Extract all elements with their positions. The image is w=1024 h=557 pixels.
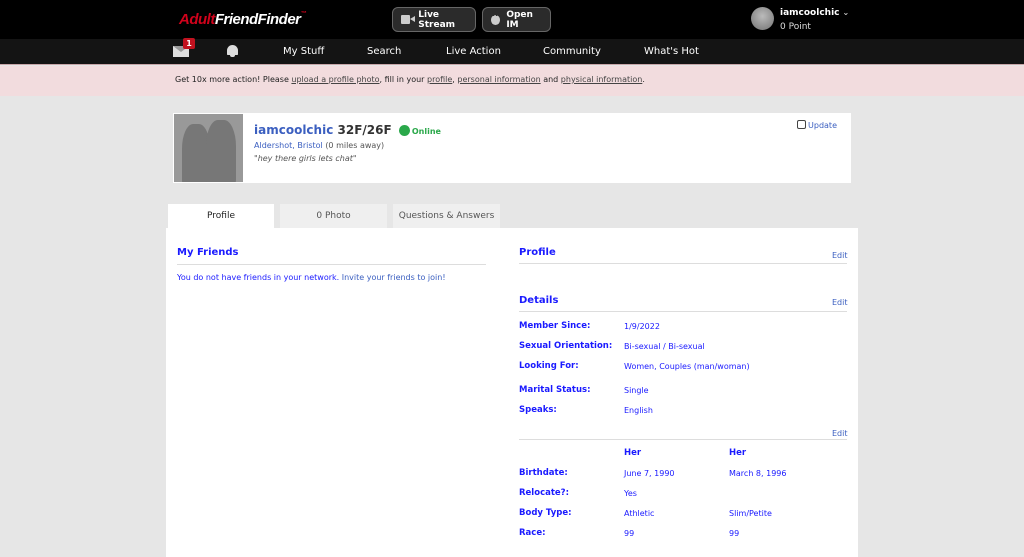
detail-value: 1/9/2022 xyxy=(624,322,660,331)
edit-details-link[interactable]: Edit xyxy=(832,298,848,307)
upload-photo-link[interactable]: upload a profile photo xyxy=(291,75,379,84)
details-title: Details xyxy=(519,295,559,306)
physical-value: 99 xyxy=(624,529,635,538)
detail-label: Speaks: xyxy=(519,405,557,415)
chevron-down-icon: ⌄ xyxy=(842,8,850,17)
physical-value: Slim/Petite xyxy=(729,509,772,518)
invite-friends-link[interactable]: Invite your friends to join! xyxy=(342,273,446,282)
chat-bubble-icon xyxy=(491,11,501,25)
messages-badge: 1 xyxy=(183,38,195,49)
profile-distance: (0 miles away) xyxy=(325,141,385,150)
personal-info-link[interactable]: personal information xyxy=(457,75,540,84)
points: 0 Point xyxy=(780,22,811,32)
divider xyxy=(519,311,847,312)
update-button[interactable]: Update xyxy=(797,120,837,130)
friends-empty-text: You do not have friends in your network.… xyxy=(177,273,446,282)
physical-value: June 7, 1990 xyxy=(624,469,675,478)
tab-photo[interactable]: 0 Photo xyxy=(280,204,387,228)
physical-label: Race: xyxy=(519,528,546,538)
profile-card: iamcoolchic 32F/26F Online Aldershot, Br… xyxy=(173,113,851,183)
profile-link[interactable]: profile xyxy=(427,75,452,84)
nav-live-action[interactable]: Live Action xyxy=(446,46,501,57)
nav-whats-hot[interactable]: What's Hot xyxy=(644,46,699,57)
physical-value: Athletic xyxy=(624,509,655,518)
column-header: Her xyxy=(729,448,747,458)
silhouette-icon xyxy=(206,120,236,182)
profile-quote: "hey there girls lets chat" xyxy=(254,154,357,163)
user-menu[interactable]: iamcoolchic ⌄ 0 Point xyxy=(751,7,849,32)
detail-value: Women, Couples (man/woman) xyxy=(624,362,750,371)
physical-label: Birthdate: xyxy=(519,468,568,478)
online-status: Online xyxy=(398,125,441,136)
username: iamcoolchic xyxy=(780,8,840,18)
edit-profile-link[interactable]: Edit xyxy=(832,251,848,260)
site-logo[interactable]: AdultFriendFinder™ xyxy=(179,11,306,28)
bell-icon[interactable] xyxy=(227,45,238,57)
column-header: Her xyxy=(624,448,642,458)
physical-value: 99 xyxy=(729,529,740,538)
physical-label: Relocate?: xyxy=(519,488,569,498)
detail-label: Member Since: xyxy=(519,321,591,331)
divider xyxy=(177,264,486,265)
detail-value: English xyxy=(624,406,653,415)
physical-info-link[interactable]: physical information xyxy=(561,75,643,84)
detail-label: Marital Status: xyxy=(519,385,591,395)
nav-bar xyxy=(0,39,1024,65)
profile-section-title: Profile xyxy=(519,247,556,258)
physical-label: Body Type: xyxy=(519,508,572,518)
top-bar: AdultFriendFinder™ Live Stream Open IM i… xyxy=(0,0,1024,39)
physical-value: March 8, 1996 xyxy=(729,469,787,478)
open-im-button[interactable]: Open IM xyxy=(482,7,551,32)
divider xyxy=(519,263,847,264)
profile-photo[interactable] xyxy=(174,114,243,182)
video-camera-icon xyxy=(401,15,416,24)
detail-value: Single xyxy=(624,386,649,395)
edit-physical-link[interactable]: Edit xyxy=(832,429,848,438)
detail-label: Sexual Orientation: xyxy=(519,341,613,351)
tab-questions-answers[interactable]: Questions & Answers xyxy=(393,204,500,228)
profile-location[interactable]: Aldershot, Bristol xyxy=(254,141,323,150)
live-stream-button[interactable]: Live Stream xyxy=(392,7,476,32)
physical-value: Yes xyxy=(624,489,637,498)
my-friends-title: My Friends xyxy=(177,247,239,258)
person-icon xyxy=(398,125,410,136)
detail-value: Bi-sexual / Bi-sexual xyxy=(624,342,705,351)
avatar xyxy=(751,7,774,30)
promo-banner: Get 10x more action! Please upload a pro… xyxy=(0,66,1024,96)
profile-username[interactable]: iamcoolchic xyxy=(254,123,333,137)
profile-ages: 32F/26F xyxy=(337,123,392,137)
profile-panel: My Friends You do not have friends in yo… xyxy=(166,228,858,557)
divider xyxy=(519,439,847,440)
edit-icon xyxy=(797,120,807,129)
detail-label: Looking For: xyxy=(519,361,579,371)
nav-search[interactable]: Search xyxy=(367,46,401,57)
nav-my-stuff[interactable]: My Stuff xyxy=(283,46,324,57)
nav-community[interactable]: Community xyxy=(543,46,601,57)
tab-profile[interactable]: Profile xyxy=(168,204,274,228)
